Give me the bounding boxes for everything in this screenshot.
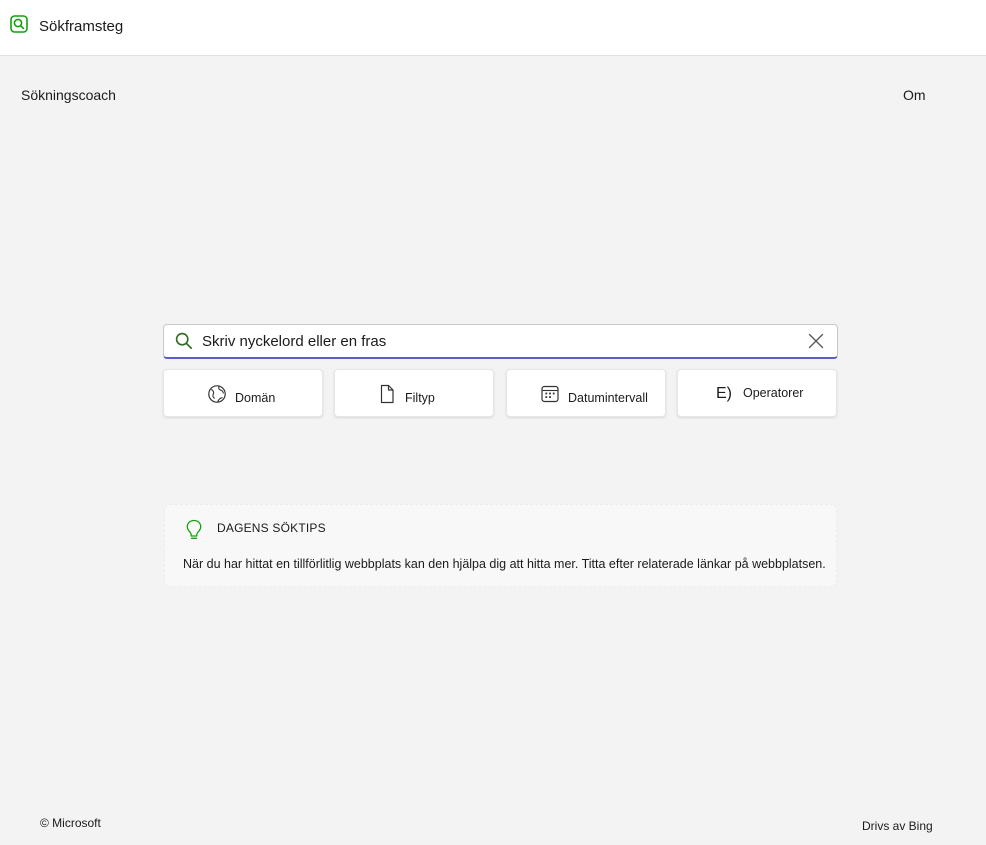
- filter-daterange-button[interactable]: Datumintervall: [506, 369, 666, 417]
- search-icon: [175, 332, 193, 350]
- filter-filetype-label: Filtyp: [405, 391, 435, 405]
- calendar-icon: [540, 384, 560, 404]
- app-search-icon: [10, 15, 28, 33]
- close-icon[interactable]: [808, 333, 824, 349]
- lightbulb-icon: [185, 519, 203, 541]
- globe-icon: [207, 384, 227, 404]
- powered-by-bing[interactable]: Drivs av Bing: [862, 819, 933, 833]
- nav-search-coach[interactable]: Sökningscoach: [21, 87, 116, 103]
- nav-about[interactable]: Om: [903, 87, 926, 103]
- filter-filetype-button[interactable]: Filtyp: [334, 369, 494, 417]
- search-input[interactable]: [202, 329, 792, 353]
- copyright: © Microsoft: [40, 816, 101, 830]
- filter-daterange-label: Datumintervall: [568, 391, 648, 405]
- app-title: Sökframsteg: [39, 18, 124, 35]
- tip-text: När du har hittat en tillförlitlig webbp…: [183, 557, 826, 571]
- file-icon: [377, 384, 397, 404]
- filter-domain-label: Domän: [235, 391, 276, 405]
- title-bar: Sökframsteg: [0, 0, 986, 56]
- filter-operators-button[interactable]: E) Operatorer: [677, 369, 837, 417]
- tip-heading: DAGENS SÖKTIPS: [217, 521, 326, 535]
- filter-domain-button[interactable]: Domän: [163, 369, 323, 417]
- filter-operators-label: Operatorer: [743, 386, 804, 400]
- search-box[interactable]: [163, 324, 838, 359]
- tip-of-the-day-card: DAGENS SÖKTIPS När du har hittat en till…: [164, 504, 837, 587]
- operators-icon: E): [716, 385, 732, 402]
